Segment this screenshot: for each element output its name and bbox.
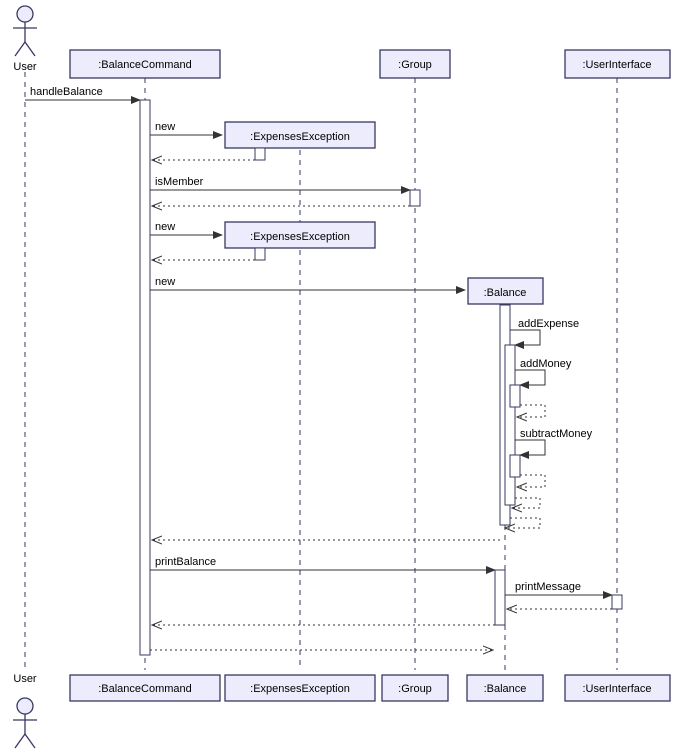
msg-label: addMoney — [520, 358, 572, 370]
msg-label: printMessage — [515, 581, 581, 593]
activation-expensesexception — [255, 248, 265, 260]
msg-addmoney — [515, 370, 545, 385]
msg-label: addExpense — [518, 318, 579, 330]
footer-label: :Group — [398, 683, 432, 695]
msg-label: new — [155, 221, 175, 233]
activation-balance-subtractmoney — [510, 455, 520, 477]
activation-group — [410, 190, 420, 206]
return-arrow — [517, 405, 545, 417]
msg-addexpense — [510, 330, 540, 345]
return-arrow — [517, 475, 545, 487]
participant-label: :Balance — [484, 287, 527, 299]
participant-label: :BalanceCommand — [98, 59, 192, 71]
sequence-diagram: User :BalanceCommand :Group :UserInterfa… — [0, 0, 683, 753]
msg-subtractmoney — [515, 440, 545, 455]
participant-label: :UserInterface — [582, 59, 651, 71]
footer-label: :ExpensesException — [250, 683, 350, 695]
actor-user-bottom — [13, 698, 37, 748]
activation-balance-addexpense — [505, 345, 515, 505]
participant-label: :ExpensesException — [250, 231, 350, 243]
footer-label: :Balance — [484, 683, 527, 695]
activation-expensesexception — [255, 148, 265, 160]
activation-userinterface — [612, 595, 622, 609]
footer-label: :BalanceCommand — [98, 683, 192, 695]
activation-balance-printbalance — [495, 570, 505, 625]
return-arrow — [512, 498, 540, 508]
actor-label: User — [13, 61, 37, 73]
msg-label: printBalance — [155, 556, 216, 568]
activation-balance-addmoney — [510, 385, 520, 407]
actor-user: User — [13, 6, 37, 73]
msg-label: subtractMoney — [520, 428, 593, 440]
participant-label: :Group — [398, 59, 432, 71]
msg-label: new — [155, 121, 175, 133]
msg-label: handleBalance — [30, 86, 103, 98]
participant-label: :ExpensesException — [250, 131, 350, 143]
footer-label: :UserInterface — [582, 683, 651, 695]
msg-label: new — [155, 276, 175, 288]
actor-label-bottom: User — [13, 673, 37, 685]
msg-label: isMember — [155, 176, 204, 188]
activation-balancecommand — [140, 100, 150, 655]
